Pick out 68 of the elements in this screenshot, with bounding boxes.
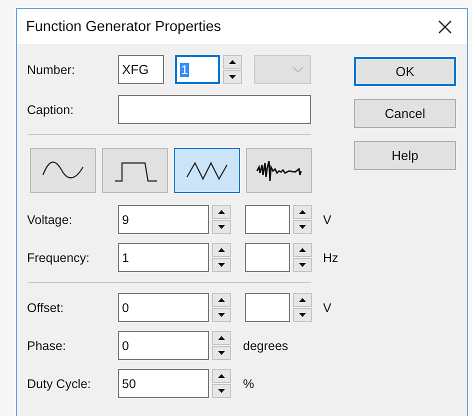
spin-up-button[interactable]	[223, 55, 242, 69]
spin-up-button[interactable]	[212, 369, 231, 383]
up-triangle-icon	[229, 60, 236, 64]
unit-label: Hz	[323, 250, 338, 264]
prefix-field[interactable]: XFG	[118, 55, 164, 84]
unit-label: degrees	[243, 338, 288, 352]
down-triangle-icon	[218, 225, 225, 229]
down-triangle-icon	[299, 225, 306, 229]
up-triangle-icon	[218, 374, 225, 378]
scale-field[interactable]	[245, 205, 290, 234]
dialog-button[interactable]: Cancel	[354, 99, 456, 128]
field-label: Phase:	[27, 338, 67, 352]
field-label: Voltage:	[27, 212, 74, 226]
scale-field[interactable]	[245, 243, 290, 272]
down-triangle-icon	[299, 313, 306, 317]
up-triangle-icon	[218, 210, 225, 214]
triangle-wave-button[interactable]	[174, 148, 240, 193]
spin-down-button[interactable]	[223, 70, 242, 84]
spin-down-button[interactable]	[212, 220, 231, 234]
spin-up-button[interactable]	[212, 293, 231, 307]
down-triangle-icon	[218, 313, 225, 317]
dialog-button[interactable]: Help	[354, 141, 456, 170]
value-field[interactable]: 1	[118, 243, 209, 272]
down-triangle-icon	[218, 389, 225, 393]
up-triangle-icon	[218, 248, 225, 252]
spin-up-button[interactable]	[212, 243, 231, 257]
sine-wave-button[interactable]	[30, 148, 96, 193]
spin-up-button[interactable]	[212, 331, 231, 345]
chevron-down-icon	[292, 66, 304, 73]
field-label: Caption:	[27, 102, 75, 116]
window-title: Function Generator Properties	[26, 18, 222, 34]
spin-down-button[interactable]	[212, 258, 231, 272]
spin-down-button[interactable]	[293, 308, 312, 322]
field-label: Duty Cycle:	[27, 376, 92, 390]
spin-down-button[interactable]	[293, 220, 312, 234]
square-wave-button[interactable]	[102, 148, 168, 193]
spin-up-button[interactable]	[293, 293, 312, 307]
up-triangle-icon	[299, 298, 306, 302]
up-triangle-icon	[218, 298, 225, 302]
unit-label: %	[243, 376, 254, 390]
up-triangle-icon	[218, 336, 225, 340]
value-field[interactable]: 0	[118, 293, 209, 322]
dialog-button[interactable]: OK	[354, 57, 456, 86]
spin-down-button[interactable]	[293, 258, 312, 272]
spin-down-button[interactable]	[212, 308, 231, 322]
field-label: Offset:	[27, 300, 65, 314]
spin-down-button[interactable]	[212, 384, 231, 398]
field-label: Frequency:	[27, 250, 91, 264]
scale-field[interactable]	[245, 293, 290, 322]
noise-wave-button[interactable]	[246, 148, 312, 193]
spin-up-button[interactable]	[293, 205, 312, 219]
spin-down-button[interactable]	[212, 346, 231, 360]
down-triangle-icon	[218, 351, 225, 355]
spin-up-button[interactable]	[212, 205, 231, 219]
field-label: Number:	[27, 62, 76, 76]
close-icon[interactable]	[437, 18, 453, 34]
unit-label: V	[323, 212, 332, 226]
down-triangle-icon	[229, 75, 236, 79]
spin-up-button[interactable]	[293, 243, 312, 257]
unit-label: V	[323, 300, 332, 314]
caption-field[interactable]	[118, 95, 311, 124]
down-triangle-icon	[218, 263, 225, 267]
value-field[interactable]: 9	[118, 205, 209, 234]
up-triangle-icon	[299, 210, 306, 214]
value-field[interactable]: 0	[118, 331, 209, 360]
value-field[interactable]: 50	[118, 369, 209, 398]
down-triangle-icon	[299, 263, 306, 267]
up-triangle-icon	[299, 248, 306, 252]
